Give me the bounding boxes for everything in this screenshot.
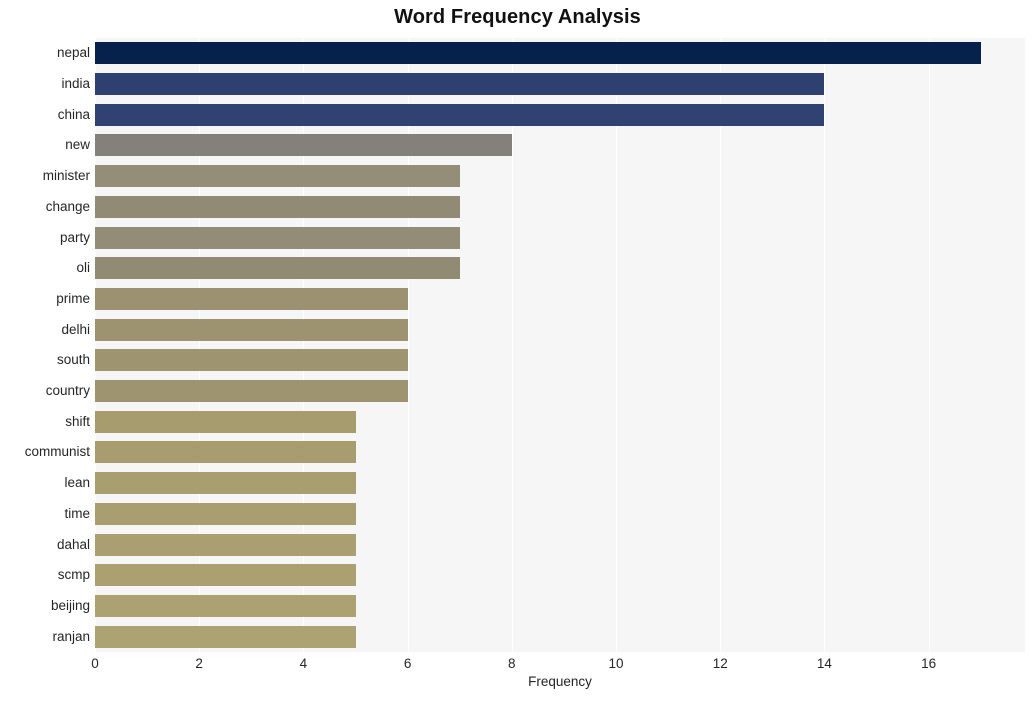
bar[interactable] — [95, 564, 356, 587]
y-axis-tick-label: scmp — [57, 567, 90, 583]
bar[interactable] — [95, 287, 408, 310]
bar-fill — [95, 441, 356, 464]
bar[interactable] — [95, 257, 460, 280]
y-axis-tick-label: delhi — [61, 321, 90, 337]
y-axis-tick-label: beijing — [50, 597, 90, 613]
bar-fill — [95, 502, 356, 525]
bar-fill — [95, 318, 408, 341]
bar-fill — [95, 287, 408, 310]
bar[interactable] — [95, 410, 356, 433]
y-axis-tick-label: oli — [76, 260, 90, 276]
bar-fill — [95, 134, 512, 157]
bar-fill — [95, 472, 356, 495]
y-axis-tick-label: india — [61, 76, 90, 92]
y-axis-tick-labels: nepal india china new minister change party oli… — [0, 38, 90, 652]
x-axis-tick-label: 4 — [299, 656, 308, 671]
bar[interactable] — [95, 380, 408, 403]
bar-fill — [95, 380, 408, 403]
bar[interactable] — [95, 318, 408, 341]
bar-fill — [95, 226, 460, 249]
bar-fill — [95, 349, 408, 372]
bar[interactable] — [95, 502, 356, 525]
bar[interactable] — [95, 42, 981, 65]
bar[interactable] — [95, 472, 356, 495]
bar-fill — [95, 410, 356, 433]
chart-figure: Word Frequency Analysis nepal india china n… — [0, 0, 1035, 701]
bar[interactable] — [95, 165, 460, 188]
y-axis-tick-label: party — [59, 229, 90, 245]
bar[interactable] — [95, 103, 825, 126]
bar[interactable] — [95, 533, 356, 556]
bar-fill — [95, 625, 356, 648]
bar[interactable] — [95, 625, 356, 648]
y-axis-tick-label: nepal — [56, 45, 90, 61]
y-axis-tick-label: south — [56, 352, 90, 368]
y-axis-tick-label: ranjan — [52, 628, 90, 644]
x-axis-tick-label: 10 — [608, 656, 624, 671]
x-axis-tick-label: 8 — [508, 656, 516, 671]
x-axis-tick-label: 6 — [403, 656, 412, 671]
y-axis-tick-label: china — [57, 106, 90, 122]
bars-layer — [95, 38, 1025, 652]
bar[interactable] — [95, 226, 460, 249]
y-axis-tick-label: shift — [65, 413, 90, 429]
bar[interactable] — [95, 134, 512, 157]
x-axis-tick-label: 12 — [712, 656, 728, 671]
y-axis-tick-label: time — [64, 505, 90, 521]
y-axis-tick-label: change — [45, 198, 90, 214]
y-axis-tick-label: new — [65, 137, 90, 153]
x-axis-tick-label: 14 — [816, 656, 832, 671]
bar[interactable] — [95, 73, 825, 96]
y-axis-tick-label: prime — [56, 290, 90, 306]
bar-fill — [95, 195, 460, 218]
bar-fill — [95, 594, 356, 617]
bar-fill — [95, 533, 356, 556]
x-axis-tick-label: 0 — [91, 656, 99, 671]
bar-fill — [95, 165, 460, 188]
x-axis-tick-label: 16 — [921, 656, 937, 671]
bar[interactable] — [95, 349, 408, 372]
y-axis-tick-label: country — [45, 383, 90, 399]
y-axis-tick-label: lean — [64, 475, 90, 491]
x-axis-tick-label: 2 — [195, 656, 203, 671]
bar-fill — [95, 103, 825, 126]
y-axis-tick-label: communist — [24, 444, 90, 460]
y-axis-tick-label: minister — [42, 168, 90, 184]
bar-fill — [95, 564, 356, 587]
bar-fill — [95, 73, 825, 96]
bar-fill — [95, 257, 460, 280]
y-axis-tick-label: dahal — [56, 536, 90, 552]
chart-title: Word Frequency Analysis — [394, 6, 641, 28]
bar[interactable] — [95, 594, 356, 617]
x-axis-title: Frequency — [528, 674, 592, 689]
plot-area — [95, 38, 1025, 652]
bar[interactable] — [95, 441, 356, 464]
bar[interactable] — [95, 195, 460, 218]
bar-fill — [95, 42, 981, 65]
x-axis-tick-labels: 0 2 4 6 8 10 12 14 16 — [0, 652, 1035, 676]
